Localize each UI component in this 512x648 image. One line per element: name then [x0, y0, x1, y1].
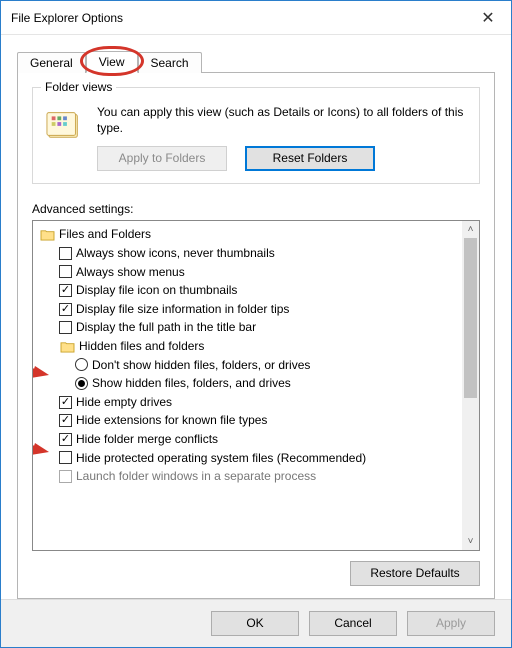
titlebar: File Explorer Options ✕ — [1, 1, 511, 35]
groupbox-legend: Folder views — [41, 80, 116, 94]
check-display-file-icon-thumbnails[interactable]: ✓ Display file icon on thumbnails — [39, 281, 460, 300]
check-display-full-path-titlebar[interactable]: Display the full path in the title bar — [39, 318, 460, 337]
checkbox-icon: ✓ — [59, 284, 72, 297]
groupbox-folder-views: Folder views — [32, 87, 480, 184]
client-area: General View Search Folder views — [1, 35, 511, 599]
apply-button: Apply — [407, 611, 495, 636]
chevron-down-icon: ˅ — [468, 536, 474, 547]
checkbox-icon — [59, 470, 72, 483]
close-icon: ✕ — [481, 8, 494, 28]
radio-icon — [75, 358, 88, 371]
folder-views-text: You can apply this view (such as Details… — [97, 104, 467, 136]
dialog-footer: OK Cancel Apply — [1, 599, 511, 647]
reset-folders-button[interactable]: Reset Folders — [245, 146, 375, 171]
folder-icon — [59, 339, 75, 353]
tree-viewport: Files and Folders Always show icons, nev… — [33, 221, 462, 550]
folder-icon — [39, 228, 55, 242]
tree-root-files-and-folders[interactable]: Files and Folders — [39, 225, 460, 244]
radio-dont-show-hidden[interactable]: Don't show hidden files, folders, or dri… — [39, 356, 460, 375]
tree-branch-hidden-files[interactable]: Hidden files and folders — [39, 337, 460, 356]
restore-defaults-button[interactable]: Restore Defaults — [350, 561, 480, 586]
check-hide-empty-drives[interactable]: ✓ Hide empty drives — [39, 393, 460, 412]
vertical-scrollbar[interactable]: ˄ ˅ — [462, 221, 479, 550]
scroll-up-button[interactable]: ˄ — [462, 221, 479, 238]
scroll-down-button[interactable]: ˅ — [462, 533, 479, 550]
advanced-settings-label: Advanced settings: — [32, 202, 480, 216]
check-always-show-menus[interactable]: Always show menus — [39, 263, 460, 282]
close-button[interactable]: ✕ — [465, 1, 511, 35]
checkbox-icon: ✓ — [59, 396, 72, 409]
check-display-file-size-tips[interactable]: ✓ Display file size information in folde… — [39, 300, 460, 319]
advanced-settings-tree[interactable]: Files and Folders Always show icons, nev… — [32, 220, 480, 551]
checkbox-icon — [59, 321, 72, 334]
check-launch-separate-process[interactable]: Launch folder windows in a separate proc… — [39, 467, 460, 486]
check-hide-merge-conflicts[interactable]: ✓ Hide folder merge conflicts — [39, 430, 460, 449]
scrollbar-thumb[interactable] — [464, 238, 477, 398]
checkbox-icon: ✓ — [59, 433, 72, 446]
radio-icon — [75, 377, 88, 390]
checkbox-icon — [59, 265, 72, 278]
tabstrip: General View Search — [17, 49, 495, 73]
cancel-button[interactable]: Cancel — [309, 611, 397, 636]
check-hide-extensions[interactable]: ✓ Hide extensions for known file types — [39, 411, 460, 430]
folder-views-icon — [45, 104, 85, 144]
radio-show-hidden[interactable]: Show hidden files, folders, and drives — [39, 374, 460, 393]
checkbox-icon — [59, 451, 72, 464]
check-hide-protected-os-files[interactable]: Hide protected operating system files (R… — [39, 449, 460, 468]
scrollbar-track[interactable] — [462, 238, 479, 533]
tabpage-view: Folder views — [17, 73, 495, 599]
tab-search[interactable]: Search — [138, 52, 202, 73]
dialog-window: File Explorer Options ✕ General View Sea… — [0, 0, 512, 648]
check-always-show-icons[interactable]: Always show icons, never thumbnails — [39, 244, 460, 263]
checkbox-icon: ✓ — [59, 414, 72, 427]
apply-to-folders-button: Apply to Folders — [97, 146, 227, 171]
tab-general[interactable]: General — [17, 52, 86, 73]
checkbox-icon — [59, 247, 72, 260]
ok-button[interactable]: OK — [211, 611, 299, 636]
checkbox-icon: ✓ — [59, 303, 72, 316]
tab-view[interactable]: View — [86, 51, 138, 73]
chevron-up-icon: ˄ — [468, 224, 474, 235]
window-title: File Explorer Options — [11, 11, 465, 25]
